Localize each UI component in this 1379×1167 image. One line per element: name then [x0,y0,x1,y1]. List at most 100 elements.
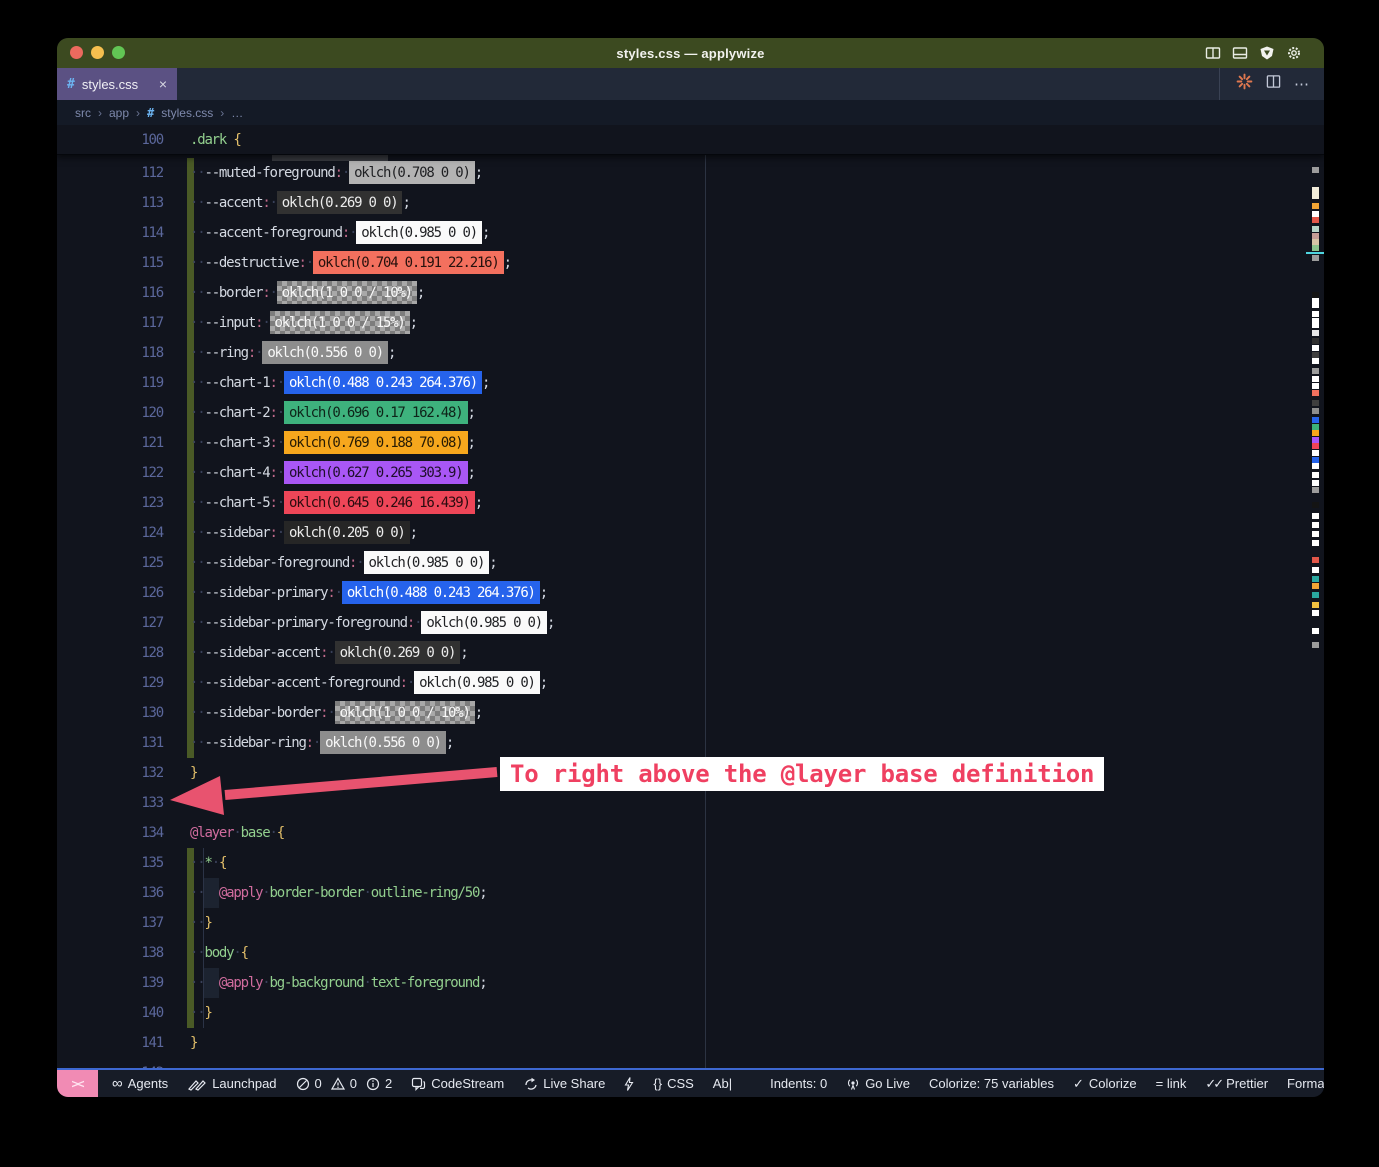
minimap[interactable] [1306,125,1324,1068]
remote-indicator[interactable]: >< [57,1070,98,1097]
status-item[interactable] [624,1077,634,1091]
code-line[interactable]: 123··--chart-5:·oklch(0.645 0.246 16.439… [57,488,1324,518]
status-item-go-live[interactable]: Go Live [846,1076,910,1091]
code-token: ; [547,615,554,631]
breadcrumb-item[interactable]: styles.css [161,106,213,120]
minimap-mark [1312,217,1319,223]
starburst-icon[interactable] [1236,73,1253,95]
code-line[interactable]: 133 [57,788,1324,818]
infinity-icon: ∞ [112,1075,123,1092]
breadcrumb-item[interactable]: src [75,106,91,120]
code-line[interactable]: 136····@apply·border-border·outline-ring… [57,878,1324,908]
color-value-chip: oklch(0.205 0 0) [284,521,410,544]
status-item-colorize[interactable]: ✓Colorize [1073,1076,1137,1092]
code-line[interactable]: 125··--sidebar-foreground:·oklch(0.985 0… [57,548,1324,578]
status-item-ab-[interactable]: Ab| [713,1076,732,1091]
status-item-css[interactable]: {}CSS [653,1076,693,1091]
split-editor-icon[interactable] [1266,74,1281,94]
status-item-0[interactable]: 0 [296,1076,322,1091]
color-value-chip: oklch(1 0 0 / 15%) [270,311,410,334]
code-line[interactable]: 118··--ring:·oklch(0.556 0 0); [57,338,1324,368]
status-item-2[interactable]: 2 [366,1076,392,1091]
code-token: : [248,345,255,361]
code-line[interactable]: 141} [57,1028,1324,1058]
status-item-codestream[interactable]: CodeStream [411,1076,504,1091]
code-editor[interactable]: 100 .dark { 112··--muted-foreground:·okl… [57,125,1324,1068]
code-line[interactable]: 130··--sidebar-border:·oklch(1 0 0 / 10%… [57,698,1324,728]
code-line[interactable]: 124··--sidebar:·oklch(0.205 0 0); [57,518,1324,548]
code-line[interactable]: 113··--accent:·oklch(0.269 0 0); [57,188,1324,218]
code-token: : [270,405,277,421]
tab-close-icon[interactable]: × [159,76,167,92]
minimap-mark [1312,383,1319,389]
more-actions-icon[interactable]: ⋯ [1294,75,1310,93]
code-token: --sidebar-accent-foreground [204,675,399,691]
status-item-live-share[interactable]: Live Share [523,1076,605,1091]
code-line[interactable]: 128··--sidebar-accent:·oklch(0.269 0 0); [57,638,1324,668]
status-item-launchpad[interactable]: Launchpad [187,1076,276,1091]
gear-icon[interactable] [1286,45,1302,61]
status-item-prettier[interactable]: ✓✓Prettier [1205,1076,1268,1092]
title-bar[interactable]: styles.css — applywize [57,38,1324,68]
code-line[interactable]: 127··--sidebar-primary-foreground:·oklch… [57,608,1324,638]
breadcrumb-item[interactable]: app [109,106,129,120]
code-line[interactable]: 140··} [57,998,1324,1028]
breadcrumb[interactable]: src›app›#styles.css›… [57,100,1324,125]
code-line[interactable]: 131··--sidebar-ring:·oklch(0.556 0 0); [57,728,1324,758]
sticky-scroll-header[interactable]: 100 .dark { [57,125,1324,155]
status-item--link[interactable]: = link [1156,1076,1187,1091]
layout-columns-icon[interactable] [1205,45,1221,61]
code-line[interactable]: 120··--chart-2:·oklch(0.696 0.17 162.48)… [57,398,1324,428]
code-line[interactable]: 112··--muted-foreground:·oklch(0.708 0 0… [57,158,1324,188]
minimap-mark [1312,592,1319,598]
code-line[interactable]: 142 [57,1058,1324,1068]
status-item-indents-0[interactable]: Indents: 0 [770,1076,827,1091]
breadcrumb-item[interactable]: … [231,106,243,120]
minimap-mark [1312,408,1319,414]
status-item-0[interactable]: 0 [331,1076,357,1091]
liveshare-icon [523,1077,538,1091]
code-token: ·· [190,1005,204,1021]
code-line[interactable]: 134@layer·base·{ [57,818,1324,848]
code-token: text-foreground [371,975,479,991]
code-line[interactable]: 138··body·{ [57,938,1324,968]
code-token: · [277,435,284,451]
minimap-mark [1312,557,1319,563]
code-line[interactable]: 139····@apply·bg-background·text-foregro… [57,968,1324,998]
code-line[interactable]: 122··--chart-4:·oklch(0.627 0.265 303.9)… [57,458,1324,488]
code-token: base [241,825,270,841]
code-line[interactable]: 116··--border:·oklch(1 0 0 / 10%); [57,278,1324,308]
color-value-chip: oklch(0.696 0.17 162.48) [284,401,468,424]
code-lines[interactable]: 112··--muted-foreground:·oklch(0.708 0 0… [57,158,1324,1068]
code-line[interactable]: 117··--input:·oklch(1 0 0 / 15%); [57,308,1324,338]
code-line[interactable]: 135··*·{ [57,848,1324,878]
code-token: border-border [270,885,364,901]
code-line[interactable]: 137··} [57,908,1324,938]
layout-panel-icon[interactable] [1232,45,1248,61]
breadcrumb-separator: › [136,106,140,120]
code-line[interactable]: 115··--destructive:·oklch(0.704 0.191 22… [57,248,1324,278]
tab-styles-css[interactable]: # styles.css × [57,68,177,100]
status-item-formatting-[interactable]: Formatting: × [1287,1076,1324,1091]
code-line[interactable]: 119··--chart-1:·oklch(0.488 0.243 264.37… [57,368,1324,398]
status-item-agents[interactable]: ∞ Agents [112,1075,168,1092]
line-number: 119 [57,368,163,398]
status-label: Agents [128,1076,168,1091]
color-value-chip: oklch(0.704 0.191 22.216) [313,251,504,274]
shield-icon[interactable] [1259,45,1275,61]
code-token: --sidebar-ring [204,735,305,751]
code-token: outline-ring/50 [371,885,479,901]
code-token: * [204,855,211,871]
code-line[interactable]: 114··--accent-foreground:·oklch(0.985 0 … [57,218,1324,248]
code-token: ···· [190,975,219,991]
breadcrumb-separator: › [220,106,224,120]
code-token: · [233,825,240,841]
code-token: ·· [190,255,204,271]
code-line[interactable]: 121··--chart-3:·oklch(0.769 0.188 70.08)… [57,428,1324,458]
code-line[interactable]: 129··--sidebar-accent-foreground:·oklch(… [57,668,1324,698]
code-token: ·· [190,375,204,391]
line-number: 121 [57,428,163,458]
status-item-colorize-75-variables[interactable]: Colorize: 75 variables [929,1076,1054,1091]
status-label: Launchpad [212,1076,276,1091]
code-line[interactable]: 126··--sidebar-primary:·oklch(0.488 0.24… [57,578,1324,608]
